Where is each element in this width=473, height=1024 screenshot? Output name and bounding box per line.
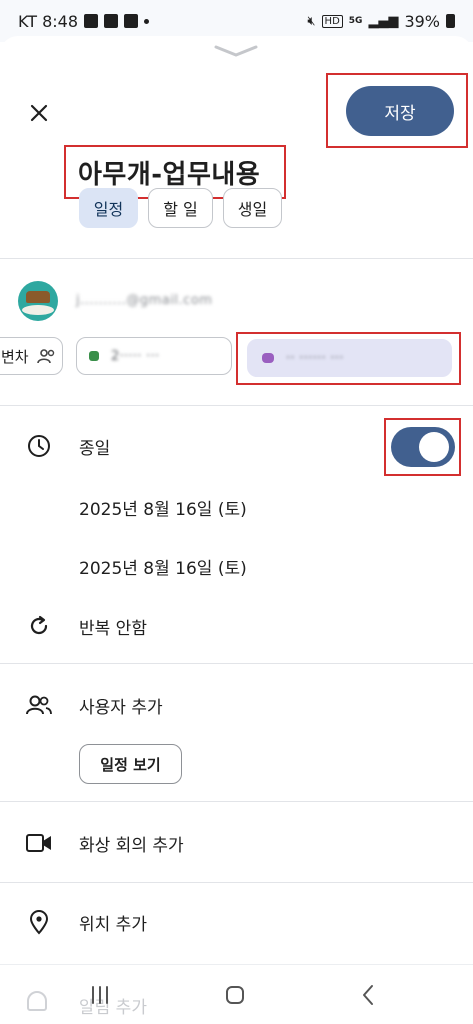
save-highlight-box: 저장 [326, 73, 468, 148]
start-date[interactable]: 2025년 8월 16일 (토) [79, 495, 247, 520]
close-icon [30, 104, 48, 122]
account-email[interactable]: j..........@gmail.com [76, 293, 212, 308]
home-icon [226, 986, 244, 1004]
tab-birthday-label: 생일 [237, 200, 268, 219]
tab-birthday[interactable]: 생일 [223, 188, 282, 228]
save-button[interactable]: 저장 [346, 86, 454, 136]
gallery-icon [84, 14, 99, 28]
divider [0, 258, 473, 259]
add-guests-label: 사용자 추가 [79, 698, 163, 718]
add-location-row[interactable]: 위치 추가 [0, 904, 473, 940]
video-camera-icon [24, 828, 54, 858]
people-icon [24, 690, 54, 720]
people-icon [36, 349, 54, 364]
tab-event[interactable]: 일정 [79, 188, 138, 228]
tab-task-label: 할 일 [163, 200, 198, 219]
repeat-icon [24, 611, 54, 641]
mute-icon: 🔇︎ [307, 13, 316, 29]
toggle-highlight-box [384, 418, 461, 476]
calendar-chip-3[interactable]: ·· ······ ··· [247, 339, 452, 377]
hd-icon: HD [321, 14, 343, 28]
tab-event-label: 일정 [93, 200, 124, 219]
back-button[interactable] [348, 979, 388, 1011]
location-pin-icon [24, 907, 54, 937]
toggle-knob [419, 432, 449, 462]
calendar-chip-2[interactable]: 2····· ··· [76, 337, 232, 375]
tab-task[interactable]: 할 일 [148, 188, 213, 228]
event-editor-sheet: 저장 아무개-업무내용 일정 할 일 생일 j..........@gmail.… [0, 36, 473, 1024]
battery-icon [446, 14, 455, 28]
calendar-chip-partial-label: 변차 [1, 347, 29, 366]
clock-icon [24, 431, 54, 461]
divider [0, 801, 473, 802]
green-calendar-dot-icon [89, 351, 99, 361]
add-location-label: 위치 추가 [79, 915, 147, 935]
repeat-label: 반복 안함 [79, 619, 147, 639]
carrier-time: KT 8:48 [18, 11, 79, 31]
view-schedule-label: 일정 보기 [100, 755, 161, 774]
screen: KT 8:48 🔇︎ HD 5G ▂▄▆ 39% 저장 아무개-업무내용 일정 … [0, 0, 473, 1024]
view-schedule-button[interactable]: 일정 보기 [79, 744, 182, 784]
home-button[interactable] [215, 979, 255, 1011]
shopping-bag-icon [124, 14, 139, 28]
avatar [18, 281, 58, 321]
all-day-toggle[interactable] [391, 427, 455, 467]
system-navigation-bar: 알림 추가 [0, 964, 473, 1024]
divider [0, 882, 473, 883]
add-video-row[interactable]: 화상 회의 추가 [0, 825, 473, 861]
all-day-label: 종일 [79, 439, 111, 459]
event-title-input[interactable]: 아무개-업무내용 [78, 154, 260, 191]
bell-icon [27, 991, 47, 1011]
battery-percent: 39% [404, 11, 440, 31]
purple-calendar-dot-icon [262, 353, 274, 363]
back-icon [363, 985, 373, 1005]
divider [0, 405, 473, 406]
calendar-highlight-box: ·· ······ ··· [236, 332, 461, 385]
calendar-chip-3-label: ·· ······ ··· [286, 350, 344, 366]
close-button[interactable] [22, 96, 56, 130]
notification-dot-icon [144, 18, 150, 24]
recent-apps-icon [92, 986, 108, 1004]
add-guests-row[interactable]: 사용자 추가 [0, 687, 473, 723]
add-video-label: 화상 회의 추가 [79, 836, 184, 856]
repeat-row[interactable]: 반복 안함 [0, 608, 473, 644]
signal-icon: ▂▄▆ [368, 13, 399, 29]
divider [0, 663, 473, 664]
calendar-chip-partial[interactable]: 변차 [0, 337, 63, 375]
recent-apps-button[interactable] [80, 979, 120, 1011]
sheet-handle-chevron-icon[interactable] [212, 44, 260, 58]
network-label: 5G [348, 16, 363, 26]
end-date[interactable]: 2025년 8월 16일 (토) [79, 554, 247, 579]
task-icon [104, 14, 119, 28]
calendar-chip-2-label: 2····· ··· [111, 348, 160, 364]
